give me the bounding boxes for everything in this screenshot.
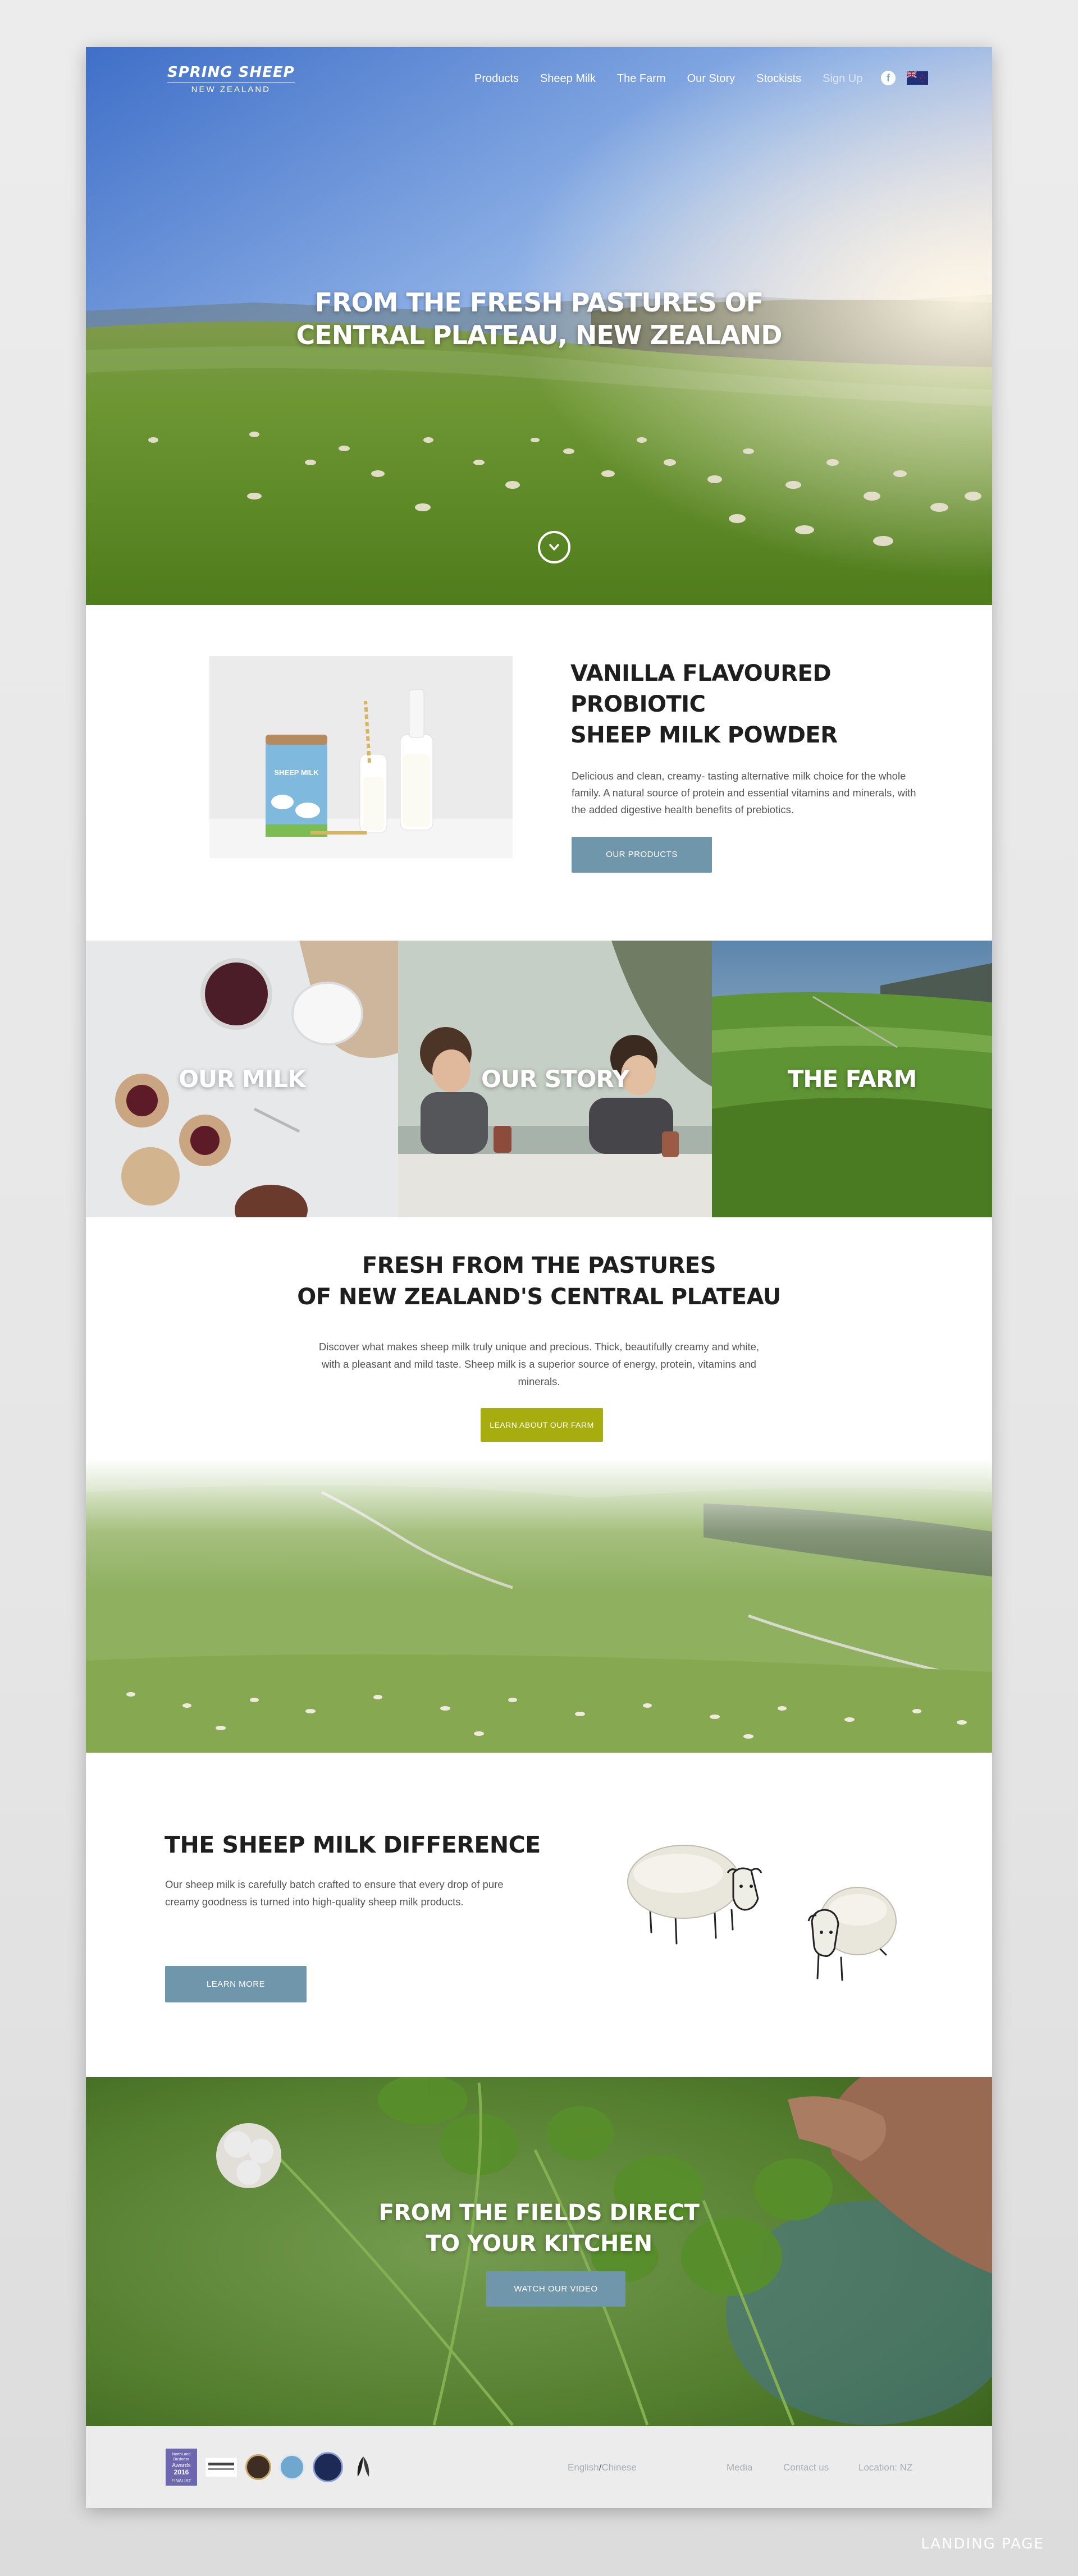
nav-link-sign-up[interactable]: Sign Up xyxy=(823,72,862,85)
spring-sheep-logo[interactable]: SPRING SHEEP NEW ZEALAND xyxy=(167,64,295,94)
farm-title-line-2: OF NEW ZEALAND'S CENTRAL PLATEAU xyxy=(297,1284,781,1310)
hero-section: SPRING SHEEP NEW ZEALAND Products Sheep … xyxy=(86,47,992,605)
quality-seal-badge[interactable] xyxy=(245,2454,271,2480)
footer-link-contact-us[interactable]: Contact us xyxy=(783,2462,829,2473)
product-feature-section: SHEEP MILK VANILLA FLAVOURED PROBIOTIC S… xyxy=(86,605,992,941)
page-caption: LANDING PAGE xyxy=(921,2536,1044,2552)
learn-more-button[interactable]: LEARN MORE xyxy=(165,1966,307,2002)
farm-description: Discover what makes sheep milk truly uni… xyxy=(318,1341,760,1387)
watch-our-video-button[interactable]: WATCH OUR VIDEO xyxy=(486,2271,625,2307)
language-switcher: English/Chinese xyxy=(568,2462,637,2473)
logo-subtitle: NEW ZEALAND xyxy=(167,82,295,94)
fern-mark-icon[interactable] xyxy=(351,2454,376,2480)
nav-link-products[interactable]: Products xyxy=(474,72,519,85)
lang-chinese-link[interactable]: Chinese xyxy=(602,2462,637,2473)
sheep-illustration-icon xyxy=(627,1845,897,1981)
product-title-line-2: PROBIOTIC xyxy=(570,691,706,717)
tile-our-milk[interactable]: OUR MILK xyxy=(86,941,398,1217)
award-line-2: Business xyxy=(173,2458,190,2462)
footer-link-media[interactable]: Media xyxy=(727,2462,752,2473)
tile-our-story-label: OUR STORY xyxy=(481,1065,629,1093)
product-title: VANILLA FLAVOURED PROBIOTIC SHEEP MILK P… xyxy=(570,658,838,751)
farm-title: FRESH FROM THE PASTURES OF NEW ZEALAND'S… xyxy=(86,1250,992,1313)
tile-our-story[interactable]: OUR STORY xyxy=(398,941,712,1217)
facebook-icon[interactable]: f xyxy=(881,71,896,85)
certification-badge[interactable] xyxy=(279,2454,305,2480)
tin-label: SHEEP MILK xyxy=(274,768,319,777)
product-title-line-3: SHEEP MILK POWDER xyxy=(570,722,838,748)
hero-headline-line-2: CENTRAL PLATEAU, NEW ZEALAND xyxy=(296,320,783,350)
video-headline-line-2: TO YOUR KITCHEN xyxy=(426,2231,652,2257)
hero-headline: FROM THE FRESH PASTURES OF CENTRAL PLATE… xyxy=(86,286,992,351)
nav-links: Products Sheep Milk The Farm Our Story S… xyxy=(474,72,884,85)
northland-business-awards-badge[interactable]: NorthLand Business Awards 2016 FINALIST xyxy=(166,2449,197,2486)
video-promo-section: FROM THE FIELDS DIRECT TO YOUR KITCHEN W… xyxy=(86,2077,992,2426)
hero-headline-line-1: FROM THE FRESH PASTURES OF xyxy=(314,287,764,318)
our-products-button[interactable]: OUR PRODUCTS xyxy=(572,837,712,873)
nav-link-sheep-milk[interactable]: Sheep Milk xyxy=(540,72,596,85)
tile-the-farm[interactable]: THE FARM xyxy=(712,941,992,1217)
landing-page-frame: SPRING SHEEP NEW ZEALAND Products Sheep … xyxy=(86,47,992,2508)
product-image: SHEEP MILK xyxy=(209,656,513,858)
lang-english-link[interactable]: English xyxy=(568,2462,599,2473)
video-headline-line-1: FROM THE FIELDS DIRECT xyxy=(378,2200,700,2226)
partner-logo-badge[interactable] xyxy=(205,2457,237,2477)
difference-title: THE SHEEP MILK DIFFERENCE xyxy=(165,1831,541,1858)
top-navigation: SPRING SHEEP NEW ZEALAND Products Sheep … xyxy=(86,47,992,114)
nav-link-our-story[interactable]: Our Story xyxy=(687,72,736,85)
sheep-milk-difference-section: THE SHEEP MILK DIFFERENCE Our sheep milk… xyxy=(86,1753,992,2077)
milk-powder-tin-photo: SHEEP MILK xyxy=(209,656,513,858)
new-zealand-flag-icon[interactable] xyxy=(907,71,928,85)
site-footer: NorthLand Business Awards 2016 FINALIST … xyxy=(86,2426,992,2508)
farm-intro-section: FRESH FROM THE PASTURES OF NEW ZEALAND'S… xyxy=(86,1217,992,1753)
video-headline: FROM THE FIELDS DIRECT TO YOUR KITCHEN xyxy=(86,2198,992,2259)
farm-landscape-image xyxy=(86,1459,992,1753)
logo-wordmark: SPRING SHEEP xyxy=(167,64,295,81)
scroll-down-button[interactable] xyxy=(538,531,570,563)
export-badge[interactable] xyxy=(313,2452,343,2482)
award-line-1: NorthLand xyxy=(172,2453,191,2456)
award-line-5: FINALIST xyxy=(171,2478,191,2483)
category-tiles: OUR MILK OUR STORY THE FARM xyxy=(86,941,992,1217)
tile-our-milk-label: OUR MILK xyxy=(179,1065,306,1093)
nav-link-the-farm[interactable]: The Farm xyxy=(617,72,666,85)
learn-about-our-farm-button[interactable]: LEARN ABOUT OUR FARM xyxy=(481,1408,603,1442)
farm-title-line-1: FRESH FROM THE PASTURES xyxy=(362,1253,716,1278)
product-description: Delicious and clean, creamy- tasting alt… xyxy=(572,770,916,815)
difference-description: Our sheep milk is carefully batch crafte… xyxy=(165,1878,504,1908)
footer-link-location[interactable]: Location: NZ xyxy=(858,2462,912,2473)
tile-the-farm-label: THE FARM xyxy=(787,1065,917,1093)
award-badges: NorthLand Business Awards 2016 FINALIST xyxy=(166,2449,376,2486)
chevron-down-icon xyxy=(549,544,559,551)
product-title-line-1: VANILLA FLAVOURED xyxy=(570,661,832,686)
award-line-4: 2016 xyxy=(174,2468,189,2476)
nav-link-stockists[interactable]: Stockists xyxy=(756,72,801,85)
